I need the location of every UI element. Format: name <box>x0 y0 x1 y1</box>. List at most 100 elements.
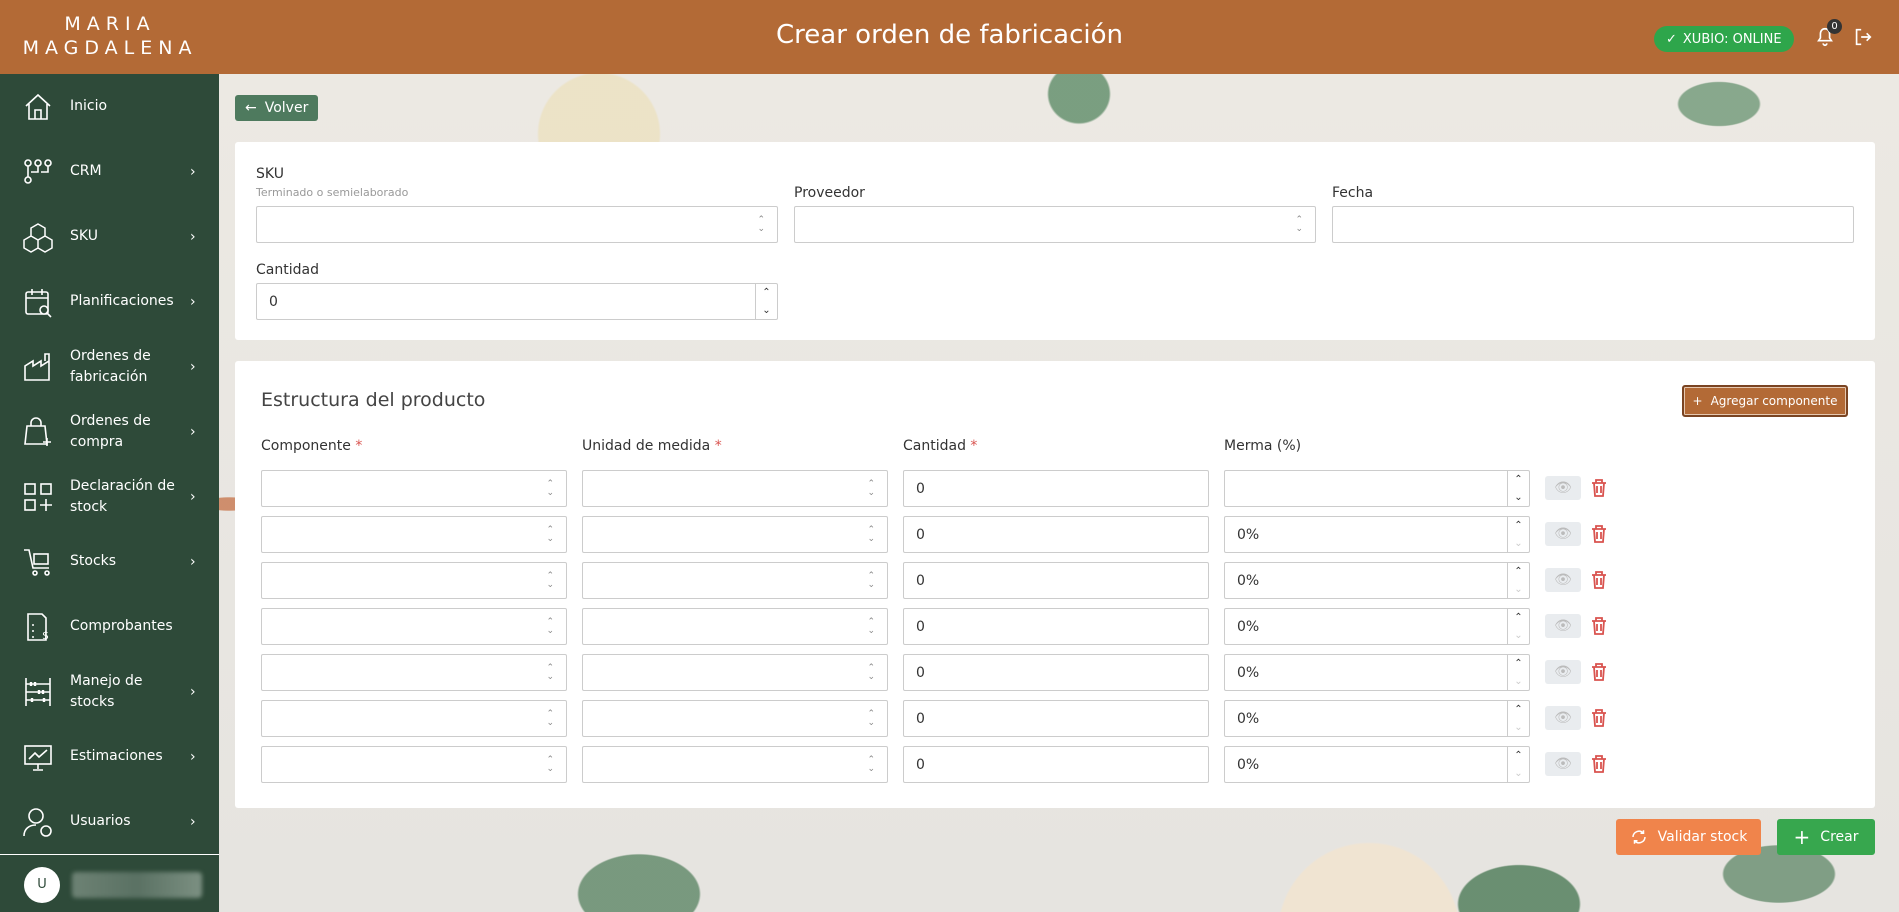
sidebar-item-sku[interactable]: SKU › <box>0 204 219 269</box>
componente-select[interactable]: ⌃ ⌄ <box>261 562 567 599</box>
select-arrows-icon: ⌃ ⌄ <box>546 525 554 544</box>
cantidad-input[interactable]: 0 ⌃ ⌄ <box>256 283 778 320</box>
order-form-card: SKU Terminado o semielaborado ⌃ ⌄ Proveed… <box>235 142 1875 340</box>
merma-input[interactable]: ⌃ ⌄ <box>1224 470 1530 507</box>
chevron-right-icon: › <box>190 163 196 180</box>
cantidad-input[interactable]: 0 <box>903 516 1209 553</box>
sidebar-item-stocks[interactable]: Stocks › <box>0 529 219 594</box>
trash-icon[interactable] <box>1590 616 1608 636</box>
merma-input[interactable]: 0% ⌃ ⌄ <box>1224 654 1530 691</box>
user-profile[interactable]: U <box>0 854 219 912</box>
sidebar-item-inicio[interactable]: Inicio <box>0 74 219 139</box>
select-arrows-icon: ⌃ ⌄ <box>546 479 554 498</box>
componente-select[interactable]: ⌃ ⌄ <box>261 470 567 507</box>
merma-input[interactable]: 0% ⌃ ⌄ <box>1224 700 1530 737</box>
cantidad-input[interactable]: 0 <box>903 654 1209 691</box>
trash-icon[interactable] <box>1590 708 1608 728</box>
sidebar-item-ordenes-fabricacion[interactable]: Ordenes de fabricación › <box>0 334 219 399</box>
merma-stepper[interactable]: ⌃ ⌄ <box>1507 655 1529 690</box>
componente-select[interactable]: ⌃ ⌄ <box>261 700 567 737</box>
select-arrows-icon: ⌃ ⌄ <box>546 617 554 636</box>
merma-stepper[interactable]: ⌃ ⌄ <box>1507 517 1529 552</box>
trash-icon[interactable] <box>1590 754 1608 774</box>
merma-input[interactable]: 0% ⌃ ⌄ <box>1224 608 1530 645</box>
eye-icon[interactable]: 👁 <box>1545 706 1581 730</box>
componente-select[interactable]: ⌃ ⌄ <box>261 516 567 553</box>
section-title: Estructura del producto <box>261 389 486 411</box>
merma-stepper[interactable]: ⌃ ⌄ <box>1507 747 1529 782</box>
select-arrows-icon: ⌃ ⌄ <box>867 709 875 728</box>
back-button[interactable]: ← Volver <box>235 95 319 121</box>
sidebar-item-manejo-stocks[interactable]: Manejo de stocks › <box>0 659 219 724</box>
eye-icon[interactable]: 👁 <box>1545 614 1581 638</box>
create-button[interactable]: + Crear <box>1777 819 1875 855</box>
avatar[interactable]: U <box>24 867 60 903</box>
shopping-bag-icon <box>24 416 51 446</box>
eye-icon[interactable]: 👁 <box>1545 660 1581 684</box>
unidad-select[interactable]: ⌃ ⌄ <box>582 700 888 737</box>
select-arrows-icon: ⌃ ⌄ <box>867 755 875 774</box>
logout-icon[interactable] <box>1852 26 1874 48</box>
cantidad-input[interactable]: 0 <box>903 700 1209 737</box>
select-arrows-icon: ⌃ ⌄ <box>546 663 554 682</box>
trash-icon[interactable] <box>1590 478 1608 498</box>
validate-stock-button[interactable]: Validar stock <box>1616 819 1761 855</box>
chevron-right-icon: › <box>190 683 196 700</box>
cantidad-input[interactable]: 0 <box>903 470 1209 507</box>
merma-stepper[interactable]: ⌃ ⌄ <box>1507 563 1529 598</box>
chevron-right-icon: › <box>190 748 196 765</box>
componente-select[interactable]: ⌃ ⌄ <box>261 608 567 645</box>
page-title: Crear orden de fabricación <box>776 20 1123 50</box>
notification-count: 0 <box>1827 19 1842 34</box>
merma-stepper[interactable]: ⌃ ⌄ <box>1507 701 1529 736</box>
cantidad-input[interactable]: 0 <box>903 746 1209 783</box>
fecha-label: Fecha <box>1332 185 1374 201</box>
eye-icon[interactable]: 👁 <box>1545 752 1581 776</box>
unidad-select[interactable]: ⌃ ⌄ <box>582 562 888 599</box>
eye-icon[interactable]: 👁 <box>1545 522 1581 546</box>
componente-select[interactable]: ⌃ ⌄ <box>261 654 567 691</box>
trash-icon[interactable] <box>1590 570 1608 590</box>
unidad-select[interactable]: ⌃ ⌄ <box>582 608 888 645</box>
sidebar-item-estimaciones[interactable]: Estimaciones › <box>0 724 219 789</box>
merma-input[interactable]: 0% ⌃ ⌄ <box>1224 516 1530 553</box>
grid-plus-icon <box>24 482 52 511</box>
sku-select[interactable]: ⌃ ⌄ <box>256 206 778 243</box>
cantidad-input[interactable]: 0 <box>903 562 1209 599</box>
sidebar: Inicio CRM › SKU › Planificaciones › Ord… <box>0 74 219 912</box>
sidebar-item-ordenes-compra[interactable]: Ordenes de compra › <box>0 399 219 464</box>
crm-icon <box>24 158 52 184</box>
select-arrows-icon: ⌃ ⌄ <box>757 215 765 234</box>
unidad-select[interactable]: ⌃ ⌄ <box>582 470 888 507</box>
add-component-button[interactable]: + Agregar componente <box>1682 385 1848 417</box>
trash-icon[interactable] <box>1590 524 1608 544</box>
merma-input[interactable]: 0% ⌃ ⌄ <box>1224 746 1530 783</box>
sidebar-item-declaracion-stock[interactable]: Declaración de stock › <box>0 464 219 529</box>
plus-icon: + <box>1793 825 1811 849</box>
select-arrows-icon: ⌃ ⌄ <box>546 709 554 728</box>
chevron-right-icon: › <box>190 423 196 440</box>
cantidad-stepper[interactable]: ⌃ ⌄ <box>755 284 777 319</box>
proveedor-select[interactable]: ⌃ ⌄ <box>794 206 1316 243</box>
trash-icon[interactable] <box>1590 662 1608 682</box>
merma-stepper[interactable]: ⌃ ⌄ <box>1507 471 1529 506</box>
chevron-right-icon: › <box>190 553 196 570</box>
componente-select[interactable]: ⌃ ⌄ <box>261 746 567 783</box>
cantidad-input[interactable]: 0 <box>903 608 1209 645</box>
merma-input[interactable]: 0% ⌃ ⌄ <box>1224 562 1530 599</box>
sku-label: SKU <box>256 166 284 182</box>
sidebar-item-usuarios[interactable]: Usuarios › <box>0 789 219 854</box>
unidad-select[interactable]: ⌃ ⌄ <box>582 516 888 553</box>
unidad-select[interactable]: ⌃ ⌄ <box>582 746 888 783</box>
sidebar-item-crm[interactable]: CRM › <box>0 139 219 204</box>
eye-icon[interactable]: 👁 <box>1545 476 1581 500</box>
merma-stepper[interactable]: ⌃ ⌄ <box>1507 609 1529 644</box>
sidebar-item-comprobantes[interactable]: $ Comprobantes <box>0 594 219 659</box>
fecha-input[interactable] <box>1332 206 1854 243</box>
select-arrows-icon: ⌃ ⌄ <box>546 571 554 590</box>
unidad-select[interactable]: ⌃ ⌄ <box>582 654 888 691</box>
chevron-right-icon: › <box>190 228 196 245</box>
eye-icon[interactable]: 👁 <box>1545 568 1581 592</box>
abacus-icon <box>25 677 51 706</box>
sidebar-item-planificaciones[interactable]: Planificaciones › <box>0 269 219 334</box>
